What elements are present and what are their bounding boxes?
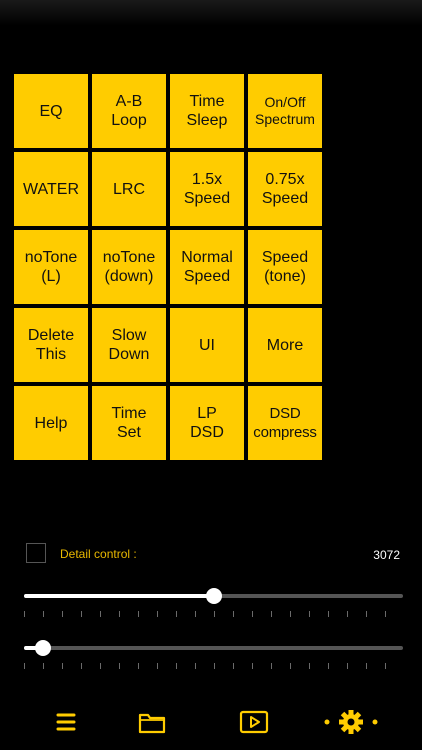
ui-button[interactable]: UI bbox=[170, 308, 244, 382]
tab-settings[interactable] bbox=[322, 706, 380, 738]
notone-down-button[interactable]: noTone (down) bbox=[92, 230, 166, 304]
tab-bar bbox=[0, 700, 422, 744]
dsd-compress-button[interactable]: DSD compress bbox=[248, 386, 322, 460]
detail-control-label: Detail control : bbox=[60, 547, 137, 561]
slider-thumb[interactable] bbox=[206, 588, 222, 604]
slider-fill bbox=[24, 594, 214, 598]
normal-speed-button[interactable]: Normal Speed bbox=[170, 230, 244, 304]
gear-icon bbox=[324, 710, 378, 734]
slider-track bbox=[24, 646, 403, 650]
folder-icon bbox=[138, 713, 166, 734]
tab-files[interactable] bbox=[136, 706, 168, 738]
spectrum-toggle-button[interactable]: On/Off Spectrum bbox=[248, 74, 322, 148]
slider-ticks bbox=[24, 663, 403, 669]
slider-ticks bbox=[24, 611, 403, 617]
list-icon bbox=[56, 713, 76, 731]
secondary-slider[interactable] bbox=[24, 636, 403, 660]
tab-player[interactable] bbox=[238, 706, 270, 738]
slider-thumb[interactable] bbox=[35, 640, 51, 656]
speed-tone-button[interactable]: Speed (tone) bbox=[248, 230, 322, 304]
lrc-button[interactable]: LRC bbox=[92, 152, 166, 226]
time-set-button[interactable]: Time Set bbox=[92, 386, 166, 460]
water-button[interactable]: WATER bbox=[14, 152, 88, 226]
notone-l-button[interactable]: noTone (L) bbox=[14, 230, 88, 304]
detail-control-row: Detail control : 3072 bbox=[26, 543, 400, 567]
detail-slider[interactable] bbox=[24, 584, 403, 608]
detail-checkbox[interactable] bbox=[26, 543, 46, 563]
function-grid: EQ A-B Loop Time Sleep On/Off Spectrum WATER… bbox=[14, 74, 324, 460]
play-icon bbox=[239, 710, 269, 734]
slow-down-button[interactable]: Slow Down bbox=[92, 308, 166, 382]
help-button[interactable]: Help bbox=[14, 386, 88, 460]
delete-this-button[interactable]: Delete This bbox=[14, 308, 88, 382]
speed-1-5x-button[interactable]: 1.5x Speed bbox=[170, 152, 244, 226]
tab-list[interactable] bbox=[50, 706, 82, 738]
status-bar bbox=[0, 0, 422, 26]
lp-dsd-button[interactable]: LP DSD bbox=[170, 386, 244, 460]
speed-0-75x-button[interactable]: 0.75x Speed bbox=[248, 152, 322, 226]
time-sleep-button[interactable]: Time Sleep bbox=[170, 74, 244, 148]
detail-value-readout: 3072 bbox=[373, 548, 400, 562]
ab-loop-button[interactable]: A-B Loop bbox=[92, 74, 166, 148]
more-button[interactable]: More bbox=[248, 308, 322, 382]
eq-button[interactable]: EQ bbox=[14, 74, 88, 148]
